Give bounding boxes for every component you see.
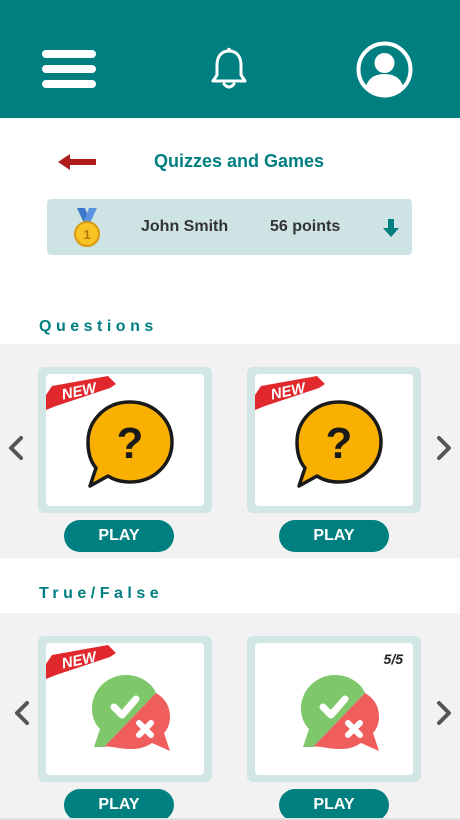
user-score-bar: 1 John Smith 56 points (47, 199, 412, 255)
play-button[interactable]: PLAY (279, 520, 389, 552)
true-false-carousel: NEW PLAY 5/5 PLAY (0, 613, 460, 820)
new-badge-icon: NEW (46, 645, 116, 679)
quiz-card[interactable]: ? NEW (38, 367, 212, 513)
quiz-card[interactable]: NEW (38, 636, 212, 782)
questions-carousel: ? NEW PLAY ? NEW PLAY (0, 344, 460, 558)
new-badge-icon: NEW (255, 376, 325, 410)
new-badge-label: NEW (60, 379, 100, 403)
page-title: Quizzes and Games (153, 151, 325, 171)
arrow-down-icon[interactable] (380, 217, 402, 239)
new-badge-label: NEW (60, 648, 100, 672)
play-button[interactable]: PLAY (279, 789, 389, 820)
score-badge: 5/5 (383, 651, 403, 667)
svg-text:1: 1 (83, 227, 90, 242)
new-badge-icon: NEW (46, 376, 116, 410)
section-title-questions: Questions (39, 318, 158, 335)
svg-text:?: ? (326, 419, 353, 468)
user-avatar-icon[interactable] (356, 41, 413, 98)
bell-icon[interactable] (209, 47, 249, 91)
quiz-card[interactable]: ? NEW (247, 367, 421, 513)
user-name: John Smith (141, 218, 229, 235)
play-button[interactable]: PLAY (64, 520, 174, 552)
user-points: 56 points (270, 218, 341, 235)
chevron-left-icon[interactable] (12, 699, 32, 727)
quiz-card[interactable]: 5/5 (247, 636, 421, 782)
section-title-true-false: True/False (39, 585, 164, 602)
new-badge-label: NEW (269, 379, 309, 403)
gold-medal-icon: 1 (74, 208, 100, 247)
arrow-left-icon[interactable] (56, 152, 98, 172)
true-false-bubble-icon (301, 675, 379, 751)
chevron-right-icon[interactable] (434, 434, 454, 462)
svg-text:?: ? (117, 419, 144, 468)
app-header (0, 0, 460, 118)
hamburger-menu-icon[interactable] (42, 50, 96, 88)
chevron-right-icon[interactable] (434, 699, 454, 727)
chevron-left-icon[interactable] (6, 434, 26, 462)
play-button[interactable]: PLAY (64, 789, 174, 820)
